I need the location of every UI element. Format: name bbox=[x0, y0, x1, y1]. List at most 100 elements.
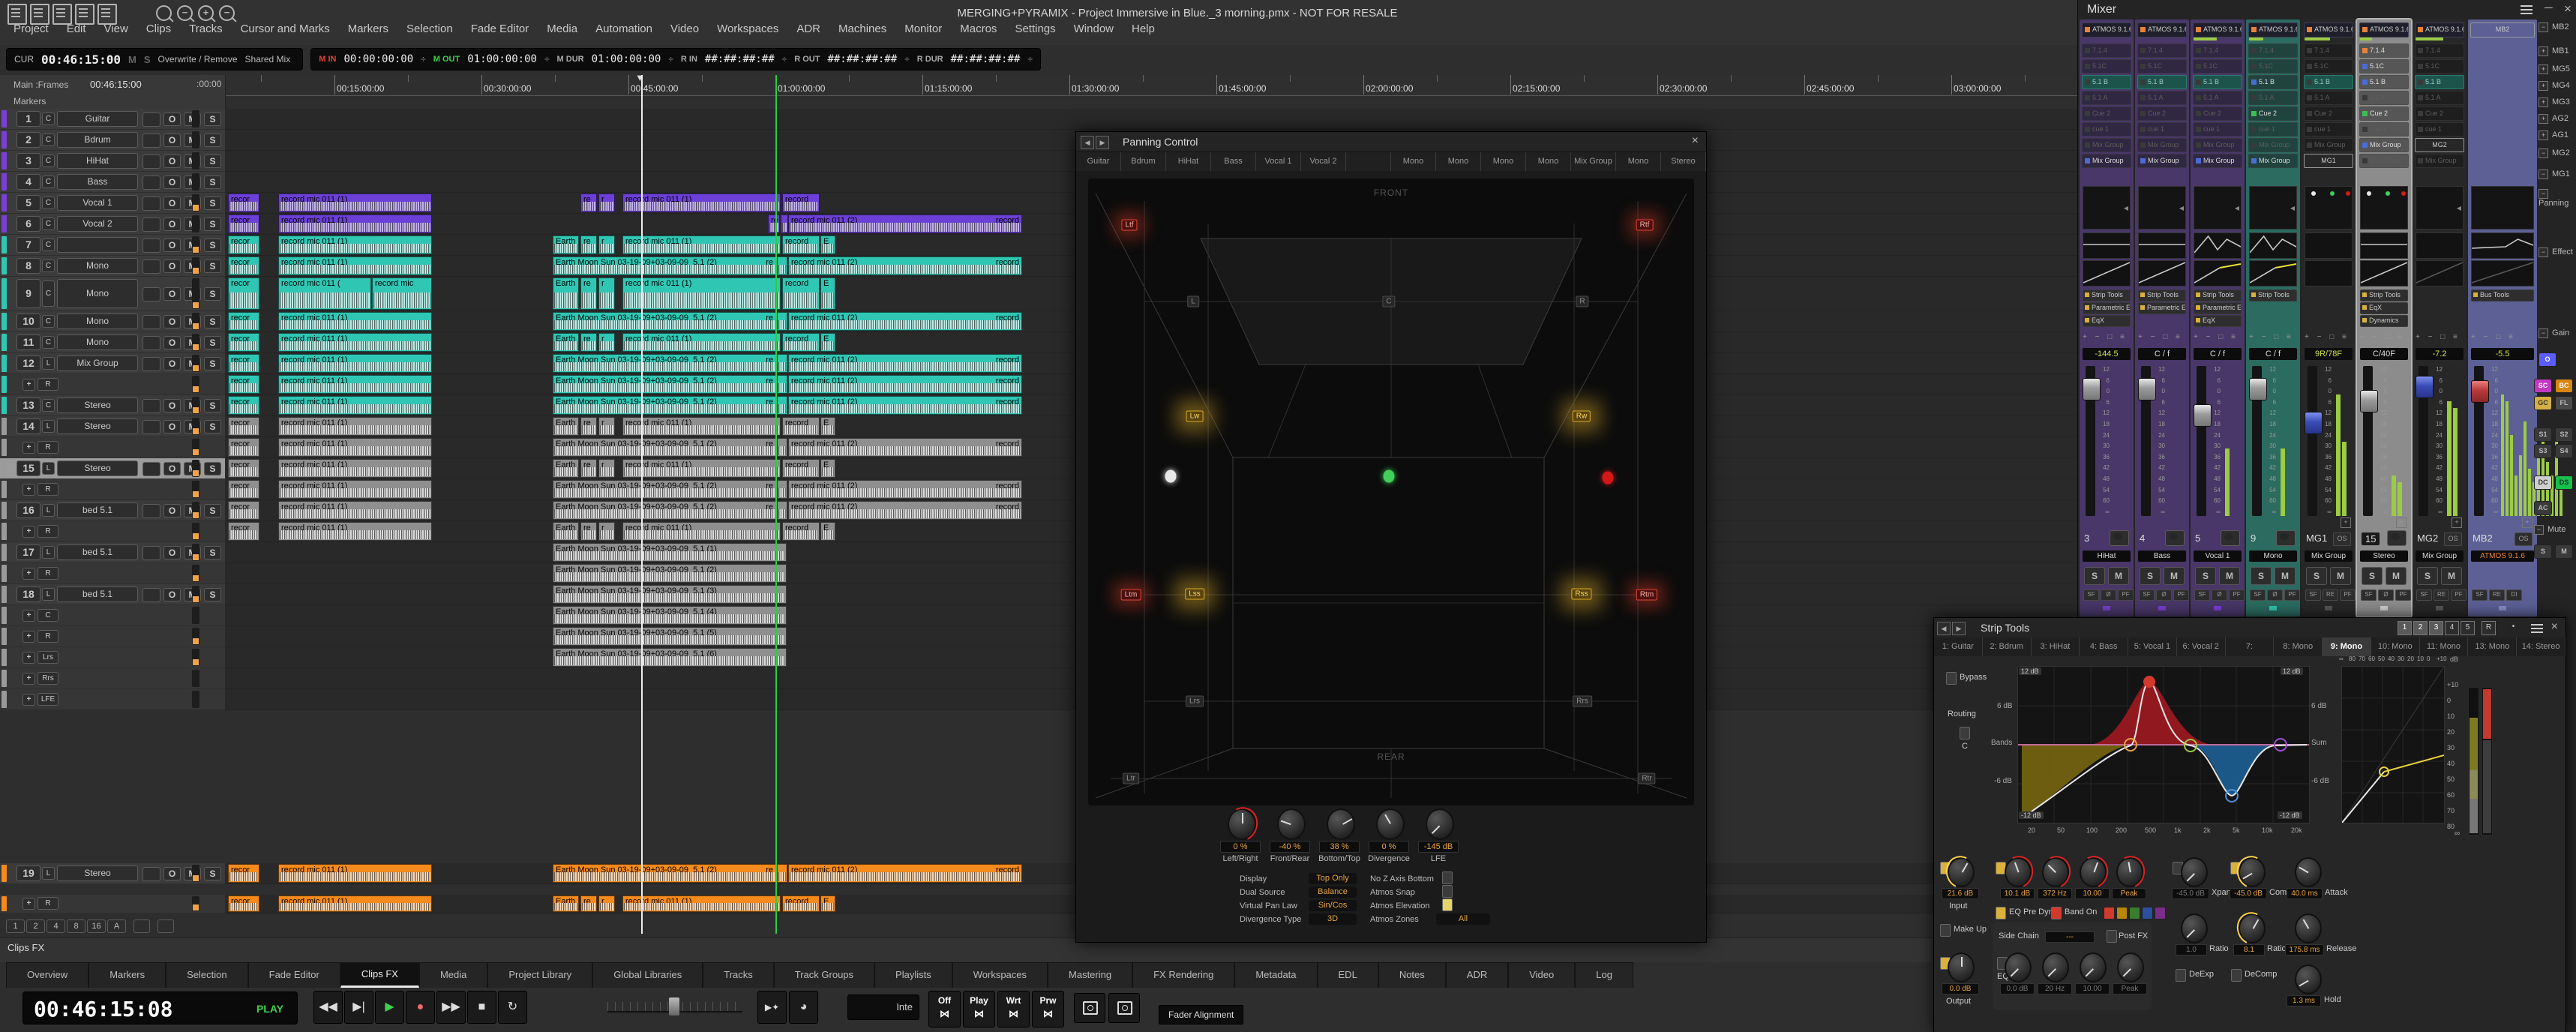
strip-pan-value[interactable]: C / f bbox=[2138, 348, 2186, 360]
record-arm-button[interactable] bbox=[2387, 530, 2407, 546]
clip[interactable]: record mic 011 (1) bbox=[278, 354, 432, 373]
strip-eq-display[interactable] bbox=[2194, 232, 2242, 259]
tab-clips-fx[interactable]: Clips FX bbox=[340, 962, 419, 988]
save-icon[interactable] bbox=[75, 4, 94, 25]
menu-window[interactable]: Window bbox=[1074, 22, 1114, 35]
pan-option-value[interactable]: 3D bbox=[1309, 914, 1357, 925]
track-header-16[interactable]: 16Lbed 5.1OMS bbox=[0, 500, 225, 520]
expand-icon[interactable]: + bbox=[22, 673, 35, 685]
os-button[interactable]: OS bbox=[2515, 532, 2533, 546]
mixer-section-panning[interactable]: −Panning bbox=[2539, 189, 2576, 208]
mixer-menu-icon[interactable] bbox=[2521, 9, 2533, 10]
strip-gain-display[interactable] bbox=[2471, 260, 2534, 286]
clip[interactable]: E bbox=[820, 459, 835, 478]
clip[interactable]: record mic 011 (1) bbox=[278, 417, 432, 436]
strip-tools-tab-6-vocal-2[interactable]: 6: Vocal 2 bbox=[2177, 638, 2226, 656]
solo-button[interactable]: S bbox=[2362, 567, 2383, 585]
track-height-button-1[interactable]: 1 bbox=[6, 920, 25, 933]
clip[interactable]: record mic 011 (1) bbox=[622, 417, 781, 436]
solo-button[interactable]: S bbox=[204, 462, 221, 476]
strip-button-re[interactable]: RE bbox=[2434, 590, 2449, 601]
clip[interactable]: record mic 011 (2)record bbox=[788, 312, 1022, 331]
clip[interactable]: record mic 011 (1) bbox=[622, 236, 781, 254]
bus-row-cue-1[interactable]: cue 1 bbox=[2359, 122, 2409, 136]
clip[interactable]: Earth Moon Sun 03-19-09+03-09-09_5.1 (2)… bbox=[553, 438, 776, 457]
clip[interactable]: record bbox=[782, 417, 820, 436]
eq-band-select-2[interactable] bbox=[2116, 907, 2128, 920]
monitor-button[interactable]: ◕ bbox=[789, 991, 818, 1024]
mixer-mute-button[interactable]: M bbox=[2555, 544, 2573, 559]
bus-assign-top[interactable]: ATMOS 9.1.6 bbox=[2248, 22, 2298, 38]
clip[interactable]: E bbox=[820, 522, 835, 541]
strip-button-sf[interactable]: SF bbox=[2139, 590, 2155, 601]
solo-button[interactable]: S bbox=[2195, 567, 2216, 585]
eq-type-value[interactable]: Peak bbox=[2112, 888, 2146, 899]
bus-row-5-1-A[interactable]: 5.1 A bbox=[2248, 91, 2298, 105]
strip-eq-display[interactable] bbox=[2305, 232, 2353, 259]
clip[interactable]: record mic bbox=[372, 278, 432, 310]
clip[interactable]: Earth bbox=[553, 459, 579, 478]
track-number[interactable]: 15 bbox=[16, 460, 40, 476]
stop-button[interactable]: ■ bbox=[467, 991, 496, 1024]
tab-playlists[interactable]: Playlists bbox=[874, 962, 952, 988]
panning-title-bar[interactable]: ◀ ▶ Panning Control × bbox=[1076, 132, 1706, 152]
mixer-button-s2[interactable]: S2 bbox=[2555, 428, 2573, 442]
track-header-19[interactable]: 19LStereoOMS bbox=[0, 863, 225, 884]
clip[interactable]: recor bbox=[228, 256, 259, 275]
pan-option-checkbox[interactable] bbox=[1442, 898, 1453, 911]
track-name[interactable]: Guitar bbox=[57, 111, 138, 127]
strip-effect-strip-tools[interactable]: Strip Tools bbox=[2249, 290, 2297, 302]
clip[interactable]: record mic 011 (1) bbox=[278, 480, 432, 499]
solo-button[interactable]: S bbox=[204, 420, 221, 434]
record-arm-button[interactable] bbox=[2276, 530, 2296, 546]
track-header-6[interactable]: 6CVocal 2OMS bbox=[0, 214, 225, 234]
strip-tools-menu-icon[interactable] bbox=[2531, 628, 2543, 629]
solo-button[interactable]: S bbox=[204, 867, 221, 880]
strip-tools-preset-4[interactable]: 4 bbox=[2445, 621, 2459, 635]
strip-button-ø[interactable]: Ø bbox=[2101, 590, 2116, 601]
track-number[interactable]: 7 bbox=[16, 237, 40, 253]
solo-button[interactable]: S bbox=[204, 546, 221, 560]
dynamics-graph[interactable] bbox=[2341, 666, 2445, 824]
record-arm-button[interactable] bbox=[142, 504, 160, 518]
playhead-marker-icon[interactable]: ▼ bbox=[635, 72, 645, 83]
track-key-button[interactable]: C bbox=[42, 196, 55, 209]
os-button[interactable]: OS bbox=[2333, 532, 2351, 546]
clip[interactable]: record bbox=[782, 278, 820, 310]
track-name[interactable]: Stereo bbox=[57, 418, 138, 434]
solo-button[interactable]: S bbox=[2417, 567, 2438, 585]
clip[interactable]: record mic 011 (1) bbox=[278, 396, 432, 415]
field-value[interactable]: ##:##:##:## bbox=[705, 53, 775, 65]
mixer-button-ds[interactable]: DS bbox=[2555, 476, 2573, 490]
panning-tab-mix-group[interactable]: Mix Group bbox=[1571, 152, 1616, 171]
mixer-button-bc[interactable]: BC bbox=[2555, 379, 2573, 393]
clip[interactable]: r bbox=[598, 896, 615, 912]
track-header-3[interactable]: 3CHiHatOMS bbox=[0, 151, 225, 171]
side-chain-knob-1[interactable] bbox=[2005, 952, 2032, 982]
bus-row-5-1-A[interactable]: 5.1 A bbox=[2082, 91, 2131, 105]
clip[interactable]: record mic 011 (1) bbox=[622, 333, 781, 352]
track-number[interactable]: 17 bbox=[16, 544, 40, 560]
solo-button[interactable]: S bbox=[204, 218, 221, 231]
strip-button-pf[interactable]: PF bbox=[2284, 590, 2300, 601]
strip-effect-parametric-e[interactable]: Parametric E bbox=[2083, 302, 2131, 314]
expand-plus-icon[interactable]: + bbox=[2396, 518, 2407, 528]
expand-plus-icon[interactable]: + bbox=[2341, 518, 2351, 528]
bus-row-7-1-4[interactable]: 7.1.4 bbox=[2193, 44, 2242, 58]
bus-row-5-1-B[interactable]: 5.1 B bbox=[2248, 75, 2298, 89]
channel-key-button[interactable]: Lrs bbox=[37, 651, 58, 664]
next-strip-button[interactable]: ▶ bbox=[1096, 136, 1109, 149]
mixer-section-ag2[interactable]: +AG2 bbox=[2539, 114, 2569, 124]
speaker-l[interactable]: L bbox=[1187, 296, 1199, 308]
bus-row-7-1-4[interactable]: 7.1.4 bbox=[2137, 44, 2187, 58]
clip[interactable]: record mic 011 (1) bbox=[622, 522, 781, 541]
clip[interactable]: record mic 011 (2)record bbox=[788, 396, 1022, 415]
speaker-rrs[interactable]: Rrs bbox=[1573, 696, 1592, 707]
tab-workspaces[interactable]: Workspaces bbox=[952, 962, 1048, 988]
bus-row-7-1-4[interactable]: 7.1.4 bbox=[2359, 44, 2409, 58]
clip[interactable]: Earth bbox=[553, 278, 579, 310]
strip-pan-display[interactable]: ◀ bbox=[2083, 186, 2131, 230]
strip-pan-value[interactable]: -7.2 bbox=[2416, 348, 2464, 360]
prev-strip-button[interactable]: ◀ bbox=[1081, 136, 1094, 149]
panning-tab-stereo[interactable]: Stereo bbox=[1661, 152, 1706, 171]
